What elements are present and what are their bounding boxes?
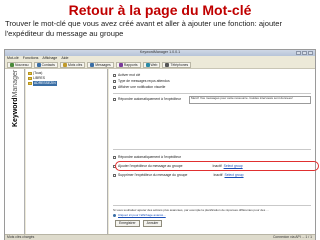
row-activate: Activer mot clé <box>113 73 140 77</box>
message-type-checkbox[interactable] <box>113 79 116 83</box>
row-notification: Afficher une notification visuelle <box>113 85 165 89</box>
slide-caption: Trouver le mot-clé que vous avez créé av… <box>5 19 283 38</box>
folder-icon <box>28 72 32 75</box>
divider <box>113 149 311 150</box>
keyword-icon <box>62 63 67 67</box>
divider <box>113 205 311 206</box>
remove-sender-select-group-link[interactable]: Select group <box>225 173 244 177</box>
new-icon <box>10 63 14 67</box>
folder-icon <box>28 77 32 80</box>
status-right-text: Connexion via API ... 1 / 1 <box>272 235 312 239</box>
window-title: KeywordManager 1.0.0.1 <box>139 50 181 54</box>
contacts-icon <box>36 63 41 67</box>
toolbar-reports-button[interactable]: Rapports <box>115 62 141 68</box>
dialog-buttons: Enregistrer Annuler <box>115 220 163 227</box>
auto-reply-2-checkbox[interactable] <box>113 155 116 159</box>
notification-checkbox[interactable] <box>113 85 116 89</box>
minimize-icon[interactable] <box>296 51 301 55</box>
save-button[interactable]: Enregistrer <box>115 220 140 227</box>
folder-icon <box>28 82 32 85</box>
toolbar-web-button[interactable]: Web <box>142 62 161 68</box>
divider <box>113 93 311 94</box>
maximize-icon[interactable] <box>302 51 307 55</box>
brand-logo: KeywordManager <box>12 69 19 127</box>
row-auto-reply-2: Répondre automatiquement à l'expéditeur <box>113 155 181 159</box>
toolbar-messages-button[interactable]: Messages <box>87 62 114 68</box>
close-icon[interactable] <box>308 51 313 55</box>
cancel-button[interactable]: Annuler <box>142 220 163 227</box>
advanced-view-link[interactable]: Cliquez ici pour l'affichage avancé... <box>118 213 166 217</box>
app-window: KeywordManager 1.0.0.1 Mot-clé Fonctions… <box>4 49 319 240</box>
row-remove-sender-from-group: Supprimer l'expéditeur du message du gro… <box>113 173 244 177</box>
keyword-tree: (Tous) LIBRES ADRESSEZIN <box>26 69 108 234</box>
keyword-settings-panel: Activer mot clé Type de messages reçus a… <box>109 69 319 234</box>
messages-icon <box>90 63 95 67</box>
toolbar-keywords-button[interactable]: Mots clés <box>59 62 86 68</box>
advanced-view-row: Cliquez ici pour l'affichage avancé... <box>113 213 166 217</box>
row-message-type: Type de messages reçus attendus <box>113 79 170 83</box>
phone-icon <box>165 63 170 67</box>
toolbar: Nouveau Contacts Mots clés Messages Rapp… <box>5 61 315 69</box>
brand-sidebar: KeywordManager <box>5 69 25 234</box>
status-bar: Mots clés chargés Connexion via API ... … <box>5 234 315 240</box>
toolbar-phones-button[interactable]: Téléphones <box>162 62 192 68</box>
web-icon <box>145 63 150 67</box>
reports-icon <box>118 63 123 67</box>
auto-reply-text-field[interactable]: Merci! Vos messages pour cette ressource… <box>189 96 311 104</box>
activate-checkbox[interactable] <box>113 73 116 77</box>
info-icon <box>113 213 116 217</box>
tree-item-selected-keyword[interactable]: ADRESSEZIN <box>26 81 107 86</box>
status-left-text: Mots clés chargés <box>7 235 35 239</box>
highlight-ring <box>115 161 319 171</box>
toolbar-contacts-button[interactable]: Contacts <box>33 62 58 68</box>
remove-sender-checkbox[interactable] <box>113 173 116 177</box>
auto-reply-checkbox[interactable] <box>113 97 116 101</box>
slide-title: Retour à la page du Mot-clé <box>68 2 252 18</box>
advanced-note: Si vous souhaitez ajouter des actions pl… <box>113 208 269 212</box>
toolbar-new-button[interactable]: Nouveau <box>7 62 32 68</box>
row-auto-reply: Répondre automatiquement à l'expéditeur <box>113 97 181 101</box>
